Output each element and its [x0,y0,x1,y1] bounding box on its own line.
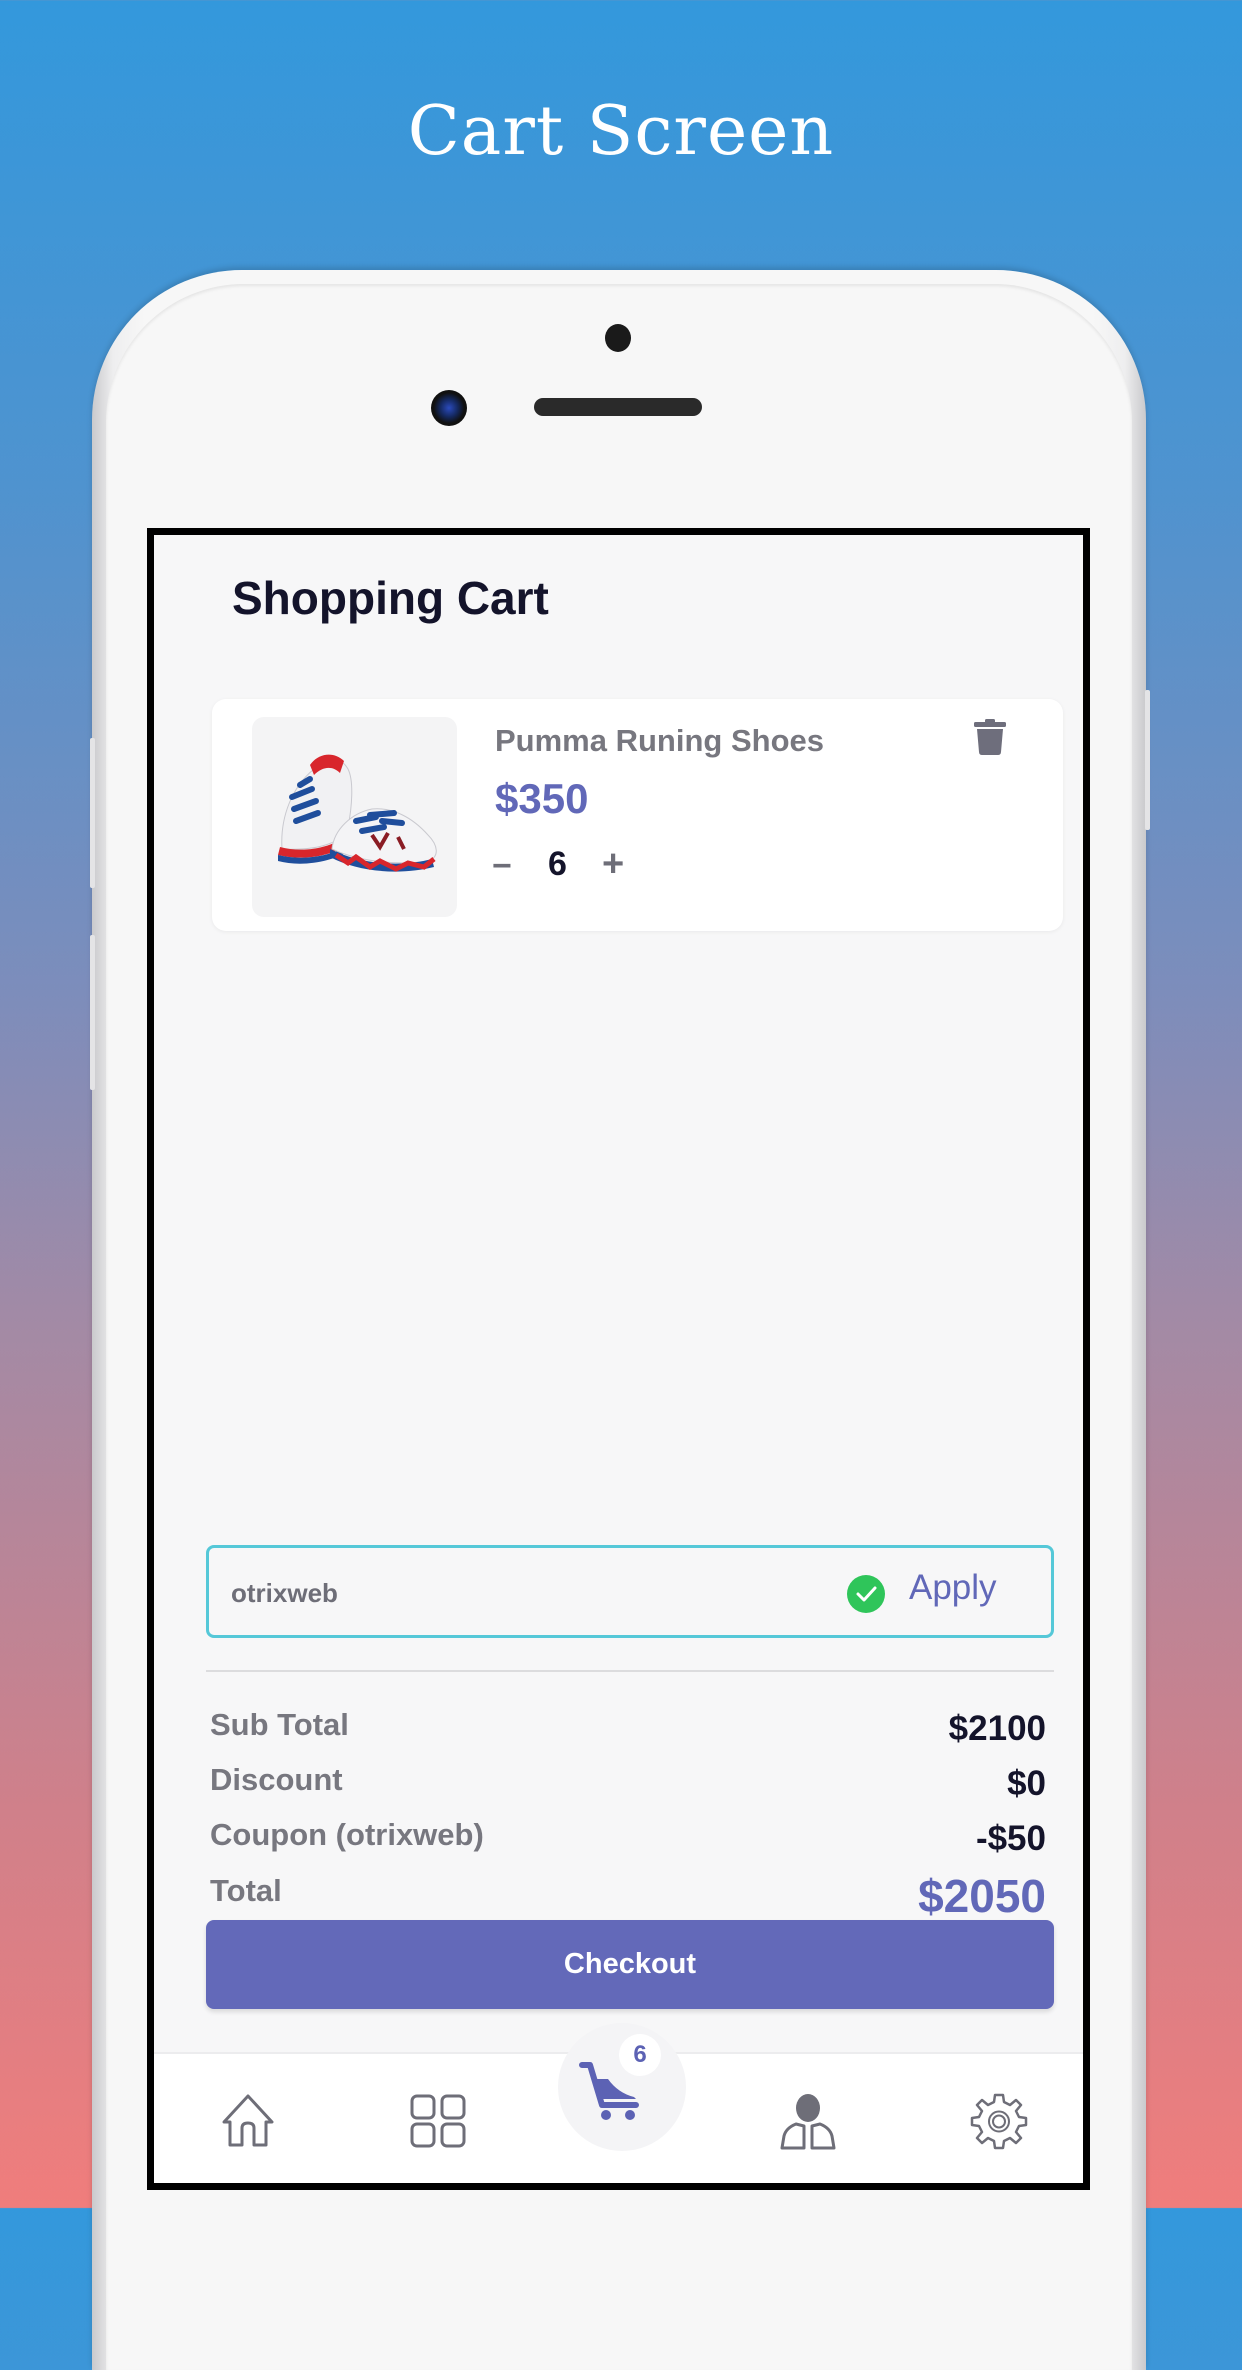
discount-label: Discount [210,1762,343,1797]
trash-icon [974,719,1006,755]
discount-value: $0 [1007,1764,1046,1803]
total-value: $2050 [918,1870,1046,1922]
proximity-sensor [605,324,631,352]
subtotal-label: Sub Total [210,1707,349,1742]
grid-icon [410,2094,466,2148]
front-camera [431,390,467,426]
summary-row-total: Total $2050 [210,1870,1046,1923]
quantity-value: 6 [548,845,567,883]
nav-profile[interactable] [778,2094,838,2155]
summary-row-discount: Discount $0 [210,1762,1046,1812]
product-price: $350 [495,775,589,822]
total-label: Total [210,1873,282,1908]
nav-categories[interactable] [410,2094,466,2153]
user-icon [780,2094,836,2150]
phone-volume-up-button [90,738,95,888]
phone-volume-down-button [90,935,95,1090]
coupon-value: -$50 [975,1819,1046,1858]
running-shoes-image [278,754,437,872]
coupon-label: Coupon (otrixweb) [210,1817,484,1852]
nav-home[interactable] [218,2092,278,2153]
quantity-decrease-button[interactable]: − [492,847,512,886]
apply-coupon-button[interactable]: Apply [909,1568,997,1608]
app-screen: Shopping Cart Pumma Runing Shoes $350 − … [147,528,1090,2190]
phone-power-button [1145,690,1150,830]
checkout-button[interactable]: Checkout [206,1920,1054,2009]
check-circle-icon [847,1575,885,1613]
earpiece-speaker [534,398,702,416]
home-icon [222,2094,274,2147]
summary-divider [206,1670,1054,1672]
summary-row-subtotal: Sub Total $2100 [210,1707,1046,1757]
coupon-input[interactable] [229,1572,733,1614]
product-image[interactable] [252,717,457,917]
delete-item-button[interactable] [974,719,1006,755]
cart-item: Pumma Runing Shoes $350 − 6 + [212,699,1063,931]
coupon-field: Apply [206,1545,1054,1638]
subtotal-value: $2100 [948,1709,1046,1748]
nav-settings[interactable] [970,2092,1028,2155]
quantity-increase-button[interactable]: + [602,843,624,886]
product-name[interactable]: Pumma Runing Shoes [495,723,824,759]
summary-row-coupon: Coupon (otrixweb) -$50 [210,1817,1046,1867]
page-title: Shopping Cart [232,572,549,624]
promo-title: Cart Screen [407,92,835,171]
cart-count-badge: 6 [619,2034,661,2076]
gear-icon [970,2093,1028,2150]
